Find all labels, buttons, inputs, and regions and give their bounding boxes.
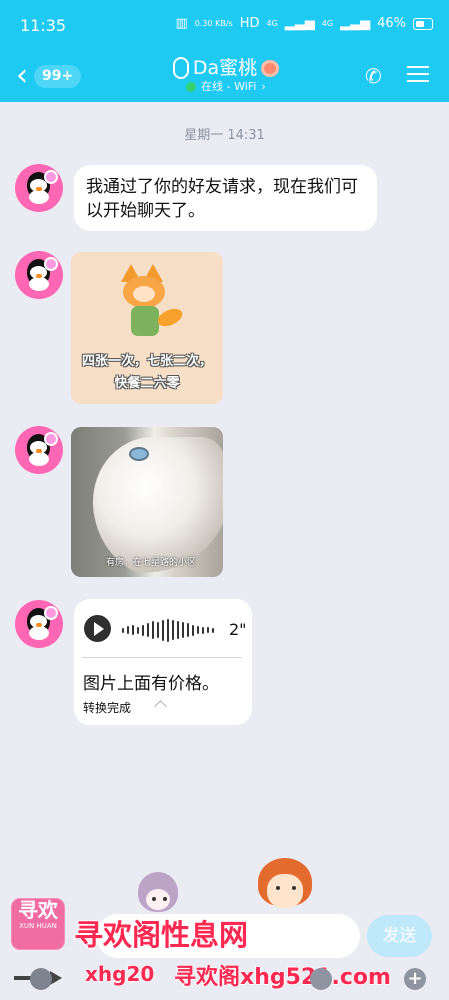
convert-status: 转换完成 xyxy=(83,701,132,715)
network-type-1: 4G xyxy=(266,18,278,28)
contact-avatar[interactable] xyxy=(15,426,63,474)
menu-button[interactable] xyxy=(407,63,429,83)
back-button[interactable]: ‹ 99+ xyxy=(16,58,82,93)
voice-divider xyxy=(82,657,242,658)
send-button[interactable]: 发送 xyxy=(367,915,432,957)
signal-icon-1: ▂▃▅ xyxy=(284,16,315,31)
peach-icon xyxy=(261,59,280,77)
sticker-message[interactable]: 四张一次，七张二次，快餐二六零 xyxy=(71,252,223,404)
message-timestamp: 星期一 14:31 xyxy=(184,128,265,143)
mic-icon[interactable] xyxy=(30,968,52,990)
text-message-bubble[interactable]: 我通过了你的好友请求，现在我们可以开始聊天了。 xyxy=(74,165,377,231)
phone-icon: ✆ xyxy=(365,64,382,88)
unread-badge: 99+ xyxy=(34,64,82,88)
contact-avatar[interactable] xyxy=(15,251,63,299)
chevron-right-icon: › xyxy=(261,80,266,93)
menu-icon-line-2 xyxy=(407,73,429,75)
contact-avatar[interactable] xyxy=(15,600,63,648)
phone-button[interactable]: ✆ xyxy=(365,64,389,88)
voice-transcript: 图片上面有价格。 xyxy=(83,674,219,694)
vibrate-icon: ▥ xyxy=(175,16,188,31)
watermark-logo-text: 寻欢 xyxy=(18,898,58,922)
watermark-logo: 寻欢 XUN HUAN xyxy=(11,898,65,950)
menu-icon xyxy=(407,66,429,68)
bottom-toolbar xyxy=(0,960,449,1000)
cat-photo-message[interactable]: 有房，在七星路的小区 xyxy=(71,427,223,577)
voice-duration: 2" xyxy=(229,620,247,639)
online-status: 在线 - WiFi xyxy=(201,80,257,93)
watermark-logo-subtext: XUN HUAN xyxy=(19,922,57,930)
signal-icon-2: ▂▃▅ xyxy=(340,16,371,31)
status-time: 11:35 xyxy=(20,16,67,35)
contact-title[interactable]: Da蜜桃 在线 - WiFi › xyxy=(146,55,306,97)
online-dot-icon xyxy=(186,82,197,92)
battery-text: 46% xyxy=(377,16,406,31)
sticker-caption: 四张一次，七张二次，快餐二六零 xyxy=(81,354,212,391)
ear-icon xyxy=(172,57,189,79)
network-speed: 0.30 KB/s xyxy=(194,18,233,28)
play-icon[interactable] xyxy=(84,615,111,642)
contact-name: Da蜜桃 xyxy=(192,57,258,79)
chat-header: ‹ 99+ Da蜜桃 在线 - WiFi › ✆ xyxy=(0,52,449,102)
decorative-girl-sticker xyxy=(134,872,182,917)
collapse-icon[interactable] xyxy=(154,700,167,713)
emoji-icon[interactable] xyxy=(310,968,332,990)
status-bar: 11:35 ▥ 0.30 KB/s HD 4G ▂▃▅ 4G ▂▃▅ 46% xyxy=(0,0,449,52)
plus-icon[interactable]: + xyxy=(404,968,426,990)
watermark-title: 寻欢阁性息网 xyxy=(73,917,249,953)
voice-message-bubble[interactable]: 2" 图片上面有价格。 转换完成 xyxy=(74,599,252,725)
decorative-boy-sticker xyxy=(256,856,314,916)
cat-image-icon xyxy=(93,437,223,577)
menu-icon-line-3 xyxy=(407,80,429,82)
contact-avatar[interactable] xyxy=(15,164,63,212)
waveform-icon xyxy=(122,617,224,643)
hd-icon: HD xyxy=(239,16,260,31)
status-icons: ▥ 0.30 KB/s HD 4G ▂▃▅ 4G ▂▃▅ 46% xyxy=(175,16,433,31)
battery-icon xyxy=(413,17,433,30)
chevron-left-icon: ‹ xyxy=(16,58,28,93)
network-type-2: 4G xyxy=(321,18,334,28)
cat-photo-caption: 有房，在七星路的小区 xyxy=(105,558,196,568)
